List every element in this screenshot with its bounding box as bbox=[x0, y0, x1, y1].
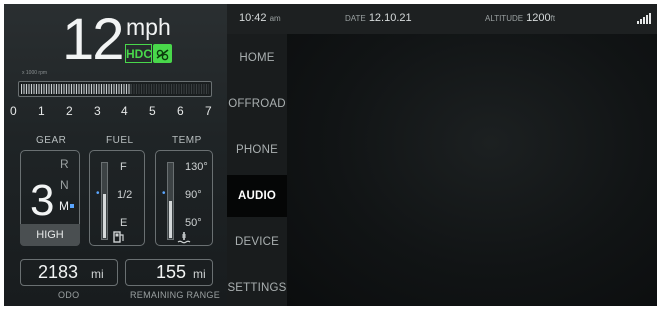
menu-item-phone[interactable]: PHONE bbox=[227, 129, 287, 171]
rpm-tick: 7 bbox=[205, 104, 212, 118]
rpm-tick: 5 bbox=[149, 104, 156, 118]
altitude-label: ALTITUDE bbox=[485, 14, 524, 23]
altitude-readout: ALTITUDE 1200ft bbox=[485, 12, 555, 24]
main-content-area bbox=[287, 34, 657, 306]
gear-letter-m: M bbox=[59, 199, 69, 213]
hdc-indicator: HDC bbox=[125, 44, 152, 63]
infotainment-screen: 12 mph HDC x 1000 rpm 0 1 2 3 4 5 6 7 GE… bbox=[4, 4, 657, 306]
rpm-tick: 1 bbox=[38, 104, 45, 118]
rpm-bar-remainder bbox=[131, 84, 209, 94]
gear-letter-n: N bbox=[60, 178, 69, 192]
temp-gauge-fill bbox=[169, 201, 172, 238]
clock-ampm: am bbox=[269, 14, 281, 23]
odo-unit: mi bbox=[91, 267, 104, 281]
rpm-bar-fill bbox=[21, 84, 131, 94]
date-value: 12.10.21 bbox=[368, 12, 412, 24]
clock: 10:42 am bbox=[239, 12, 281, 24]
odo-value: 2183 bbox=[38, 262, 79, 282]
range-label: REMAINING RANGE bbox=[130, 290, 221, 300]
hill-descent-icon bbox=[153, 44, 172, 63]
temp-mark-high: 130° bbox=[185, 161, 208, 173]
temp-label: TEMP bbox=[172, 135, 202, 146]
fuel-pump-icon bbox=[112, 230, 126, 247]
rpm-bar bbox=[18, 81, 212, 97]
clock-time: 10:42 bbox=[239, 12, 267, 24]
menu-item-offroad[interactable]: OFFROAD bbox=[227, 83, 287, 125]
temp-mark-low: 50° bbox=[185, 217, 202, 229]
rpm-tick: 4 bbox=[121, 104, 128, 118]
temp-gauge bbox=[167, 162, 174, 240]
signal-strength-icon bbox=[637, 12, 651, 24]
fuel-gauge bbox=[101, 162, 108, 240]
altitude-value: 1200 bbox=[526, 12, 551, 24]
gear-mode-badge: HIGH bbox=[20, 224, 80, 246]
fuel-mark-half: 1/2 bbox=[117, 189, 133, 201]
odo-label: ODO bbox=[58, 290, 80, 300]
menu-item-device[interactable]: DEVICE bbox=[227, 221, 287, 263]
fuel-mark-full: F bbox=[120, 161, 127, 173]
menu-item-settings[interactable]: SETTINGS bbox=[227, 267, 287, 306]
gear-label: GEAR bbox=[36, 135, 67, 146]
fuel-label: FUEL bbox=[106, 135, 134, 146]
menu-item-audio[interactable]: AUDIO bbox=[227, 175, 287, 217]
date-readout: DATE 12.10.21 bbox=[345, 12, 412, 24]
side-menu: HOME OFFROAD PHONE AUDIO DEVICE SETTINGS bbox=[227, 34, 287, 306]
range-value: 155 bbox=[156, 262, 187, 282]
speed-unit: mph bbox=[126, 14, 171, 40]
rpm-tick: 3 bbox=[94, 104, 101, 118]
gear-selected-dot bbox=[70, 204, 74, 208]
fuel-level-marker: • bbox=[96, 188, 100, 199]
temp-level-marker: • bbox=[162, 188, 166, 199]
rpm-tick: 0 bbox=[10, 104, 17, 118]
rpm-scale-label: x 1000 rpm bbox=[22, 70, 48, 76]
status-bar: 10:42 am DATE 12.10.21 ALTITUDE 1200ft bbox=[227, 4, 657, 34]
altitude-unit: ft bbox=[550, 14, 556, 23]
gear-letter-r: R bbox=[60, 157, 69, 171]
fuel-mark-empty: E bbox=[120, 217, 128, 229]
rpm-tick: 6 bbox=[177, 104, 184, 118]
range-unit: mi bbox=[193, 267, 206, 281]
fuel-gauge-fill bbox=[103, 194, 106, 238]
instrument-cluster: 12 mph HDC x 1000 rpm 0 1 2 3 4 5 6 7 GE… bbox=[4, 4, 227, 306]
temp-mark-mid: 90° bbox=[185, 189, 202, 201]
rpm-tick: 2 bbox=[66, 104, 73, 118]
speed-value: 12 bbox=[62, 7, 124, 72]
menu-item-home[interactable]: HOME bbox=[227, 37, 287, 79]
date-label: DATE bbox=[345, 14, 366, 23]
rpm-ticks: 0 1 2 3 4 5 6 7 bbox=[10, 104, 220, 122]
gear-number: 3 bbox=[30, 176, 55, 225]
coolant-temp-icon bbox=[177, 231, 191, 248]
